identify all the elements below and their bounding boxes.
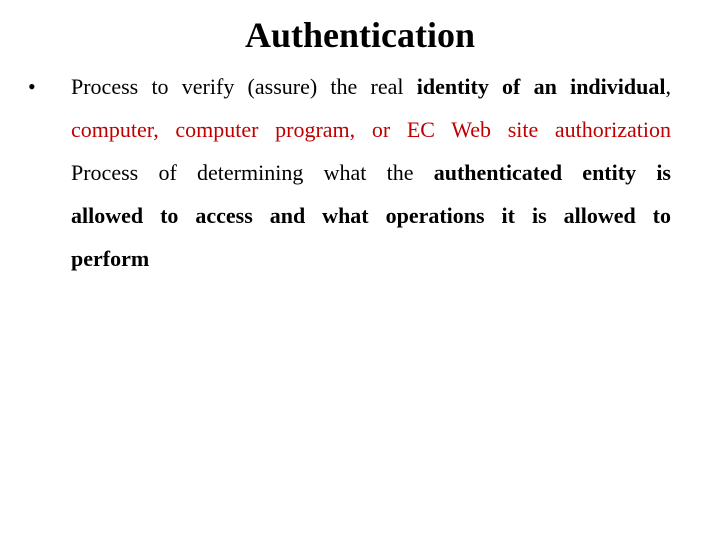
line-3-bold: authenticated entity is bbox=[433, 160, 671, 185]
bullet-text-line-3: Process of determining what the authenti… bbox=[71, 155, 671, 191]
line-1-bold: identity of an individual bbox=[416, 74, 666, 99]
line-5-bold: perform bbox=[71, 246, 150, 271]
slide: Authentication • Process to verify (assu… bbox=[0, 0, 720, 540]
bullet-text-line-5: perform bbox=[71, 241, 671, 277]
line-4-bold: allowed to access and what operations it… bbox=[71, 203, 671, 228]
bullet-text-line-4: allowed to access and what operations it… bbox=[71, 198, 671, 234]
line-3-plain: Process of determining what the bbox=[71, 160, 434, 185]
slide-title: Authentication bbox=[244, 15, 475, 55]
line-1-tail: , bbox=[665, 74, 671, 99]
line-1-plain: Process to verify (assure) the real bbox=[71, 74, 417, 99]
bullet-text-line-2: computer, computer program, or EC Web si… bbox=[71, 112, 671, 148]
bullet-text-line-1: Process to verify (assure) the real iden… bbox=[71, 69, 671, 105]
bullet-icon: • bbox=[28, 74, 36, 99]
line-2-plain: computer, computer program, or EC Web si… bbox=[71, 117, 671, 142]
